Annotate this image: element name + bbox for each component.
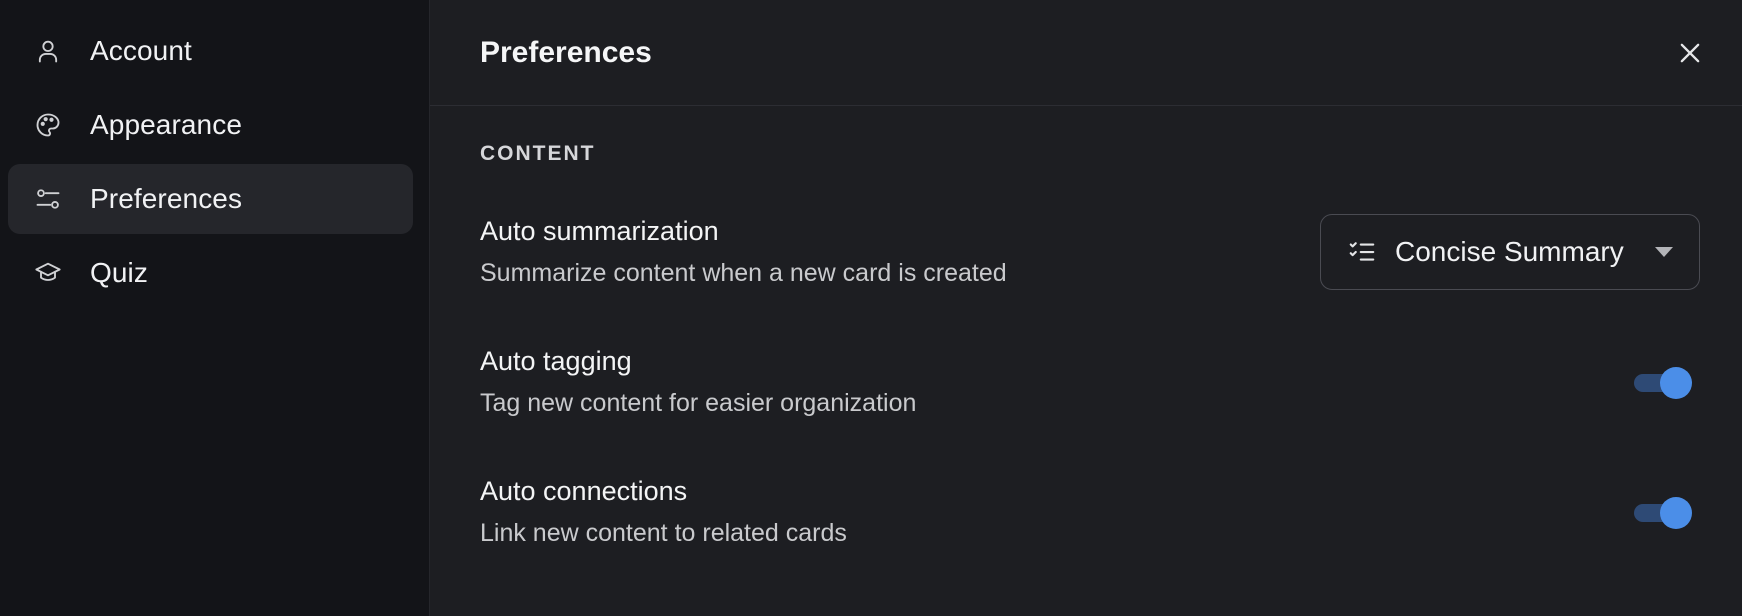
sidebar-item-label: Appearance: [90, 109, 243, 140]
setting-description: Tag new content for easier organization: [480, 389, 917, 417]
user-icon: [34, 37, 62, 65]
sidebar-item-label: Quiz: [90, 257, 148, 288]
setting-title: Auto summarization: [480, 216, 719, 246]
auto-connections-toggle[interactable]: [1634, 497, 1692, 529]
sidebar-item-appearance[interactable]: Appearance: [8, 90, 413, 160]
panel-header: Preferences: [430, 0, 1742, 106]
setting-auto-connections: Auto connections Link new content to rel…: [480, 468, 1700, 556]
sidebar-item-label: Account: [90, 35, 192, 66]
sidebar-item-quiz[interactable]: Quiz: [8, 238, 413, 308]
sliders-icon: [34, 185, 62, 213]
setting-title: Auto tagging: [480, 346, 632, 376]
setting-text: Auto summarization Summarize content whe…: [480, 216, 1007, 288]
settings-window: Account Appearance Preferences Quiz Pref…: [0, 0, 1742, 616]
chevron-down-icon: [1655, 247, 1673, 257]
setting-auto-tagging: Auto tagging Tag new content for easier …: [480, 338, 1700, 426]
page-title: Preferences: [480, 35, 652, 69]
list-check-icon: [1347, 237, 1377, 267]
setting-auto-summarization: Auto summarization Summarize content whe…: [480, 208, 1700, 296]
setting-text: Auto tagging Tag new content for easier …: [480, 346, 916, 418]
settings-sidebar: Account Appearance Preferences Quiz: [0, 0, 430, 616]
close-button[interactable]: [1672, 35, 1708, 71]
graduation-cap-icon: [34, 259, 62, 287]
palette-icon: [34, 111, 62, 139]
setting-description: Summarize content when a new card is cre…: [480, 259, 1007, 287]
toggle-knob: [1660, 367, 1692, 399]
setting-title: Auto connections: [480, 476, 688, 506]
settings-content: CONTENT Auto summarization Summarize con…: [430, 106, 1742, 556]
sidebar-item-preferences[interactable]: Preferences: [8, 164, 413, 234]
setting-text: Auto connections Link new content to rel…: [480, 476, 847, 548]
auto-tagging-toggle[interactable]: [1634, 367, 1692, 399]
summary-style-dropdown[interactable]: Concise Summary: [1320, 214, 1700, 290]
toggle-knob: [1660, 497, 1692, 529]
dropdown-value: Concise Summary: [1395, 236, 1624, 267]
sidebar-item-account[interactable]: Account: [8, 16, 413, 86]
settings-panel: Preferences CONTENT Auto summarization S…: [430, 0, 1742, 616]
close-icon: [1680, 43, 1700, 62]
section-header: CONTENT: [480, 142, 596, 165]
setting-description: Link new content to related cards: [480, 519, 847, 547]
sidebar-item-label: Preferences: [90, 183, 243, 214]
